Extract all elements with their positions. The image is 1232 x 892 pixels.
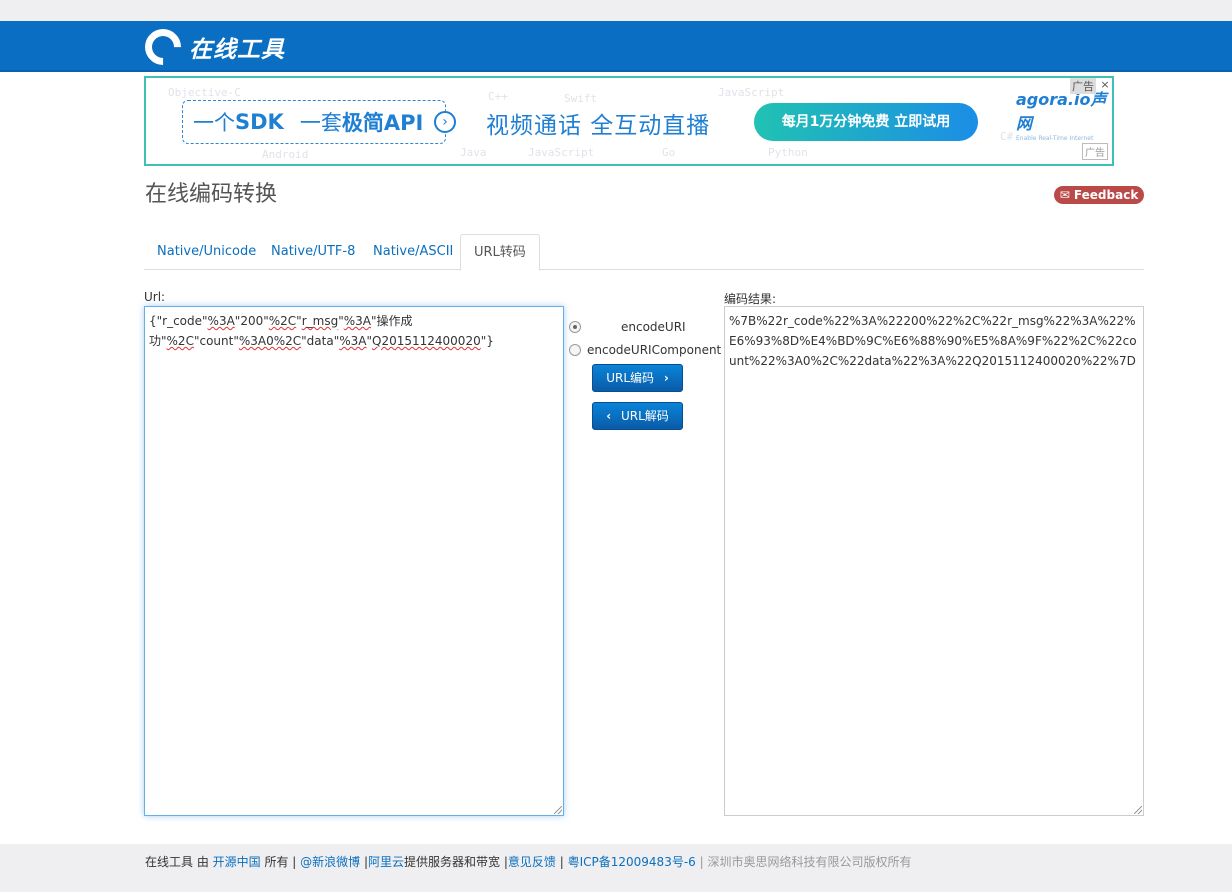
footer-link-feedback[interactable]: 意见反馈 — [508, 855, 556, 869]
radio-label: encodeURI — [621, 320, 686, 334]
site-header: 在线工具 — [0, 21, 1232, 73]
ad-tag: 广告 — [1082, 143, 1108, 160]
input-label: Url: — [144, 290, 166, 304]
input-text: r_msg — [301, 314, 339, 328]
input-text: "data" — [301, 334, 340, 348]
radio-encode-uri[interactable]: encodeURI — [569, 320, 686, 334]
ad-sdk-text-2: 一套 — [299, 111, 342, 135]
tab-native-unicode[interactable]: Native/Unicode — [144, 234, 269, 270]
input-text: "} — [480, 334, 494, 348]
input-line-1: {"r_code"%3A"200"%2C"r_msg"%3A"操作成 — [149, 311, 559, 331]
ad-bg-word: Android — [262, 148, 309, 161]
footer-link-icp[interactable]: 粤ICP备12009483号-6 — [568, 855, 696, 869]
ad-bg-word: Swift — [564, 92, 598, 105]
input-text: %3A — [207, 314, 235, 328]
chevron-right-icon: › — [663, 371, 669, 385]
radio-unselected-icon[interactable] — [569, 344, 581, 356]
button-label: URL编码 — [606, 371, 655, 385]
logo-text: 在线工具 — [189, 36, 285, 63]
browser-top-strip — [0, 0, 1232, 21]
footer-copyright: 深圳市奥思网络科技有限公司版权所有 — [707, 855, 912, 869]
ad-sdk-box: 一个 SDK 一套 极简API — [182, 100, 446, 144]
ad-brand-logo: agora.io声网 Enable Real-Time Internet — [1016, 86, 1112, 142]
footer-link-weibo[interactable]: @新浪微博 — [300, 855, 360, 869]
encode-result-output[interactable]: %7B%22r_code%22%3A%22200%22%2C%22r_msg%2… — [724, 306, 1144, 816]
input-text: %3A — [343, 314, 371, 328]
ad-bg-word: JavaScript — [718, 86, 785, 99]
input-text: "操作成 — [370, 314, 413, 328]
tab-native-utf8[interactable]: Native/UTF-8 — [258, 234, 368, 270]
input-text: %2C — [166, 334, 194, 348]
input-text: %3A0%2C — [238, 334, 302, 348]
input-text: {"r_code" — [149, 314, 208, 328]
ad-brand-tagline: Enable Real-Time Internet — [1016, 135, 1094, 142]
ad-title: 视频通话 全互动直播 — [486, 113, 711, 139]
footer-link-oschina[interactable]: 开源中国 — [213, 855, 261, 869]
chevron-left-icon: ‹ — [606, 409, 612, 423]
input-text: %3A — [339, 334, 367, 348]
page-title: 在线编码转换 — [145, 182, 278, 207]
ad-bg-word: C# — [1000, 130, 1014, 143]
ad-brand-name: agora.io声网 — [1016, 90, 1107, 133]
ad-bg-word: Python — [768, 146, 808, 159]
footer-text: 在线工具 由 开源中国 所有 | @新浪微博 |阿里云提供服务器和带宽 |意见反… — [145, 853, 911, 870]
feedback-button[interactable]: ✉ Feedback — [1054, 186, 1144, 204]
input-text: Q2015112400020 — [372, 334, 481, 348]
url-input[interactable]: {"r_code"%3A"200"%2C"r_msg"%3A"操作成 功"%2C… — [144, 306, 564, 816]
footer-sep: 所有 | — [260, 855, 301, 869]
ad-bg-word: JavaScript — [528, 146, 595, 159]
radio-encode-uri-component[interactable]: encodeURIComponent — [569, 343, 721, 357]
logo-c-icon — [137, 21, 189, 73]
footer-link-aliyun[interactable]: 阿里云 — [368, 855, 404, 869]
site-logo[interactable]: 在线工具 — [137, 21, 285, 73]
resize-handle-icon[interactable] — [554, 806, 562, 814]
radio-selected-icon[interactable] — [569, 321, 581, 333]
input-text: 功" — [149, 334, 167, 348]
radio-label: encodeURIComponent — [587, 343, 722, 357]
input-text: "count" — [193, 334, 239, 348]
output-label: 编码结果: — [724, 292, 777, 306]
input-line-2: 功"%2C"count"%3A0%2C"data"%3A"Q2015112400… — [149, 331, 559, 351]
chevron-right-icon: › — [434, 111, 456, 133]
ad-banner[interactable]: Objective-C C++ Swift JavaScript Java Ja… — [144, 76, 1114, 166]
button-label: URL解码 — [620, 409, 669, 423]
input-text: "200" — [234, 314, 269, 328]
tab-bar: Native/Unicode Native/UTF-8 Native/ASCII… — [144, 234, 1144, 271]
site-footer: 在线工具 由 开源中国 所有 | @新浪微博 |阿里云提供服务器和带宽 |意见反… — [0, 844, 1232, 892]
ad-cta-button[interactable]: 每月1万分钟免费 立即试用 — [754, 103, 978, 141]
ad-sdk-bold: SDK — [235, 110, 284, 134]
footer-prefix: 在线工具 由 — [145, 855, 213, 869]
resize-handle-icon[interactable] — [1134, 806, 1142, 814]
url-decode-button[interactable]: ‹ URL解码 — [592, 402, 683, 430]
tab-url-encode[interactable]: URL转码 — [460, 234, 540, 271]
ad-bg-word: C++ — [488, 90, 508, 103]
ad-bg-word: Go — [662, 146, 676, 159]
footer-sep: | — [360, 855, 369, 869]
tab-native-ascii[interactable]: Native/ASCII — [360, 234, 466, 270]
ad-sdk-text: 一个 — [193, 111, 235, 135]
output-text: %7B%22r_code%22%3A%22200%22%2C%22r_msg%2… — [729, 314, 1137, 368]
input-text: %2C — [268, 314, 297, 328]
footer-sep: | — [555, 855, 568, 869]
close-icon[interactable]: × — [1098, 78, 1112, 92]
ad-sdk-bold-2: 极简API — [341, 111, 424, 135]
footer-sep: 提供服务器和带宽 | — [404, 855, 508, 869]
ad-bg-word: Objective-C — [168, 86, 241, 99]
footer-sep: | — [695, 855, 708, 869]
ad-label: 广告 — [1070, 78, 1096, 94]
url-encode-button[interactable]: URL编码 › — [592, 364, 683, 392]
ad-bg-word: Java — [460, 146, 487, 159]
